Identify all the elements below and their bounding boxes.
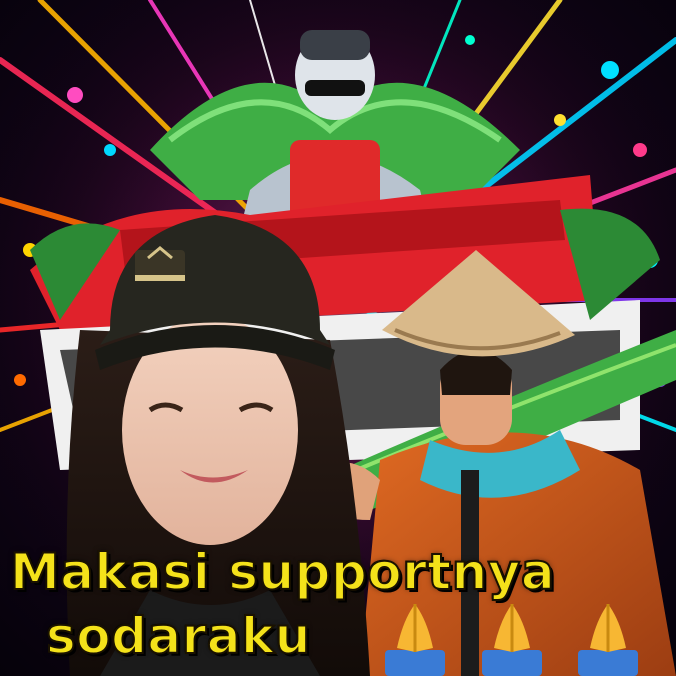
photo-composite: Makasi supportnya sodaraku [0,0,676,676]
caption-line-1: Makasi supportnya [9,542,556,602]
folded-hands-icon [385,604,445,676]
folded-hands-icon [482,604,542,676]
folded-hands-icon [578,604,638,676]
